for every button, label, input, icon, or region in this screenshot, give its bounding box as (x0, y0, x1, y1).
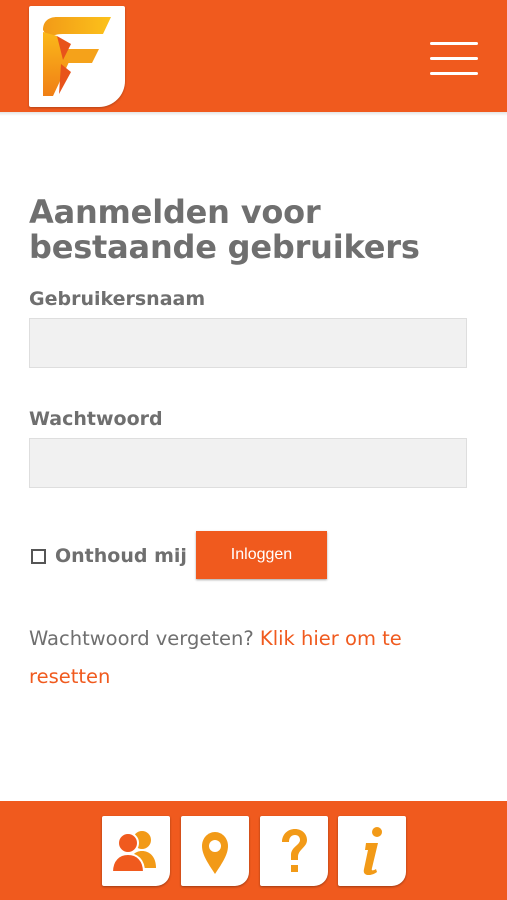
forgot-password-label: Wachtwoord vergeten? (29, 627, 254, 650)
hamburger-menu-button[interactable] (428, 40, 480, 78)
hamburger-menu-icon-bar (430, 57, 478, 60)
orange-f-logo-icon (43, 17, 111, 96)
nav-tab-location[interactable] (181, 816, 249, 886)
logo[interactable] (29, 6, 125, 107)
hamburger-menu-icon-bar (430, 42, 478, 45)
forgot-password-text: Wachtwoord vergeten? Klik hier om te res… (29, 620, 469, 696)
remember-me-checkbox[interactable] (31, 548, 46, 564)
hamburger-menu-icon-bar (430, 72, 478, 75)
nav-tab-info[interactable] (338, 816, 406, 886)
remember-me-toggle[interactable]: Onthoud mij (31, 543, 187, 569)
login-button[interactable]: Inloggen (196, 531, 327, 579)
help-icon (282, 829, 307, 872)
people-icon (110, 831, 156, 873)
username-label: Gebruikersnaam (29, 288, 206, 310)
username-input[interactable] (29, 318, 467, 368)
remember-me-label: Onthoud mij (55, 545, 187, 567)
location-pin-icon (202, 832, 228, 874)
password-label: Wachtwoord (29, 408, 163, 430)
nav-tab-people[interactable] (102, 816, 170, 886)
password-input[interactable] (29, 438, 467, 488)
page-title: Aanmelden voor bestaande gebruikers (29, 193, 420, 266)
nav-tab-help[interactable] (260, 816, 328, 886)
bottom-nav (0, 801, 507, 900)
header-divider (0, 112, 507, 116)
info-icon (363, 827, 382, 876)
app-header (0, 0, 507, 112)
